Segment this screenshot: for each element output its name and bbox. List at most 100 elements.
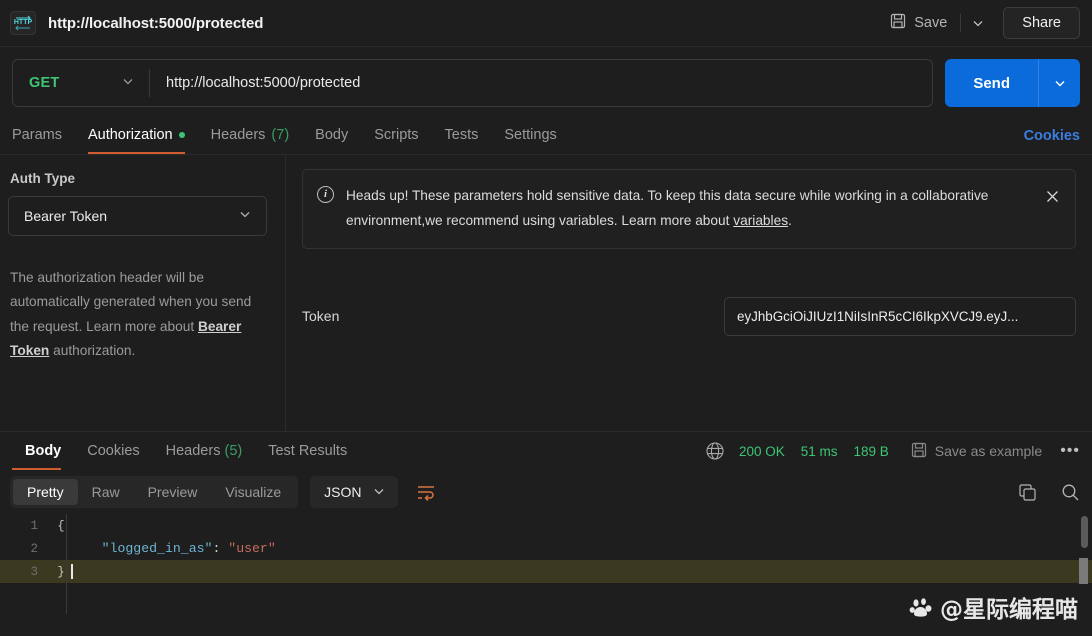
tab-settings[interactable]: Settings [491,116,569,154]
tab-label: Authorization [87,127,173,143]
svg-text:HTTP: HTTP [14,19,33,26]
view-mode-segmented-control: Pretty Raw Preview Visualize [10,476,299,508]
tab-authorization[interactable]: Authorization [75,116,198,154]
chevron-down-icon [121,74,135,93]
send-options-chevron-down-icon[interactable] [1038,59,1080,107]
tab-label: Test Results [268,443,348,459]
line-number: 1 [30,518,38,533]
vertical-scrollbar-thumb[interactable] [1081,516,1088,548]
share-button[interactable]: Share [1003,7,1080,39]
fold-marker[interactable]: { [56,519,66,533]
close-icon[interactable] [1041,185,1063,207]
tab-label: Tests [444,127,479,143]
method-selector[interactable]: GET [13,60,149,106]
url-group: GET [12,59,934,107]
ellipsis-icon[interactable]: ••• [1060,442,1080,460]
token-input[interactable] [737,308,1063,324]
auth-type-select[interactable]: Bearer Token [8,196,267,236]
response-tab-body[interactable]: Body [12,432,74,470]
response-size: 189 B [853,443,889,459]
auth-help-text-part2: authorization. [49,343,136,359]
banner-text: Heads up! These parameters hold sensitiv… [346,184,1029,234]
tab-label: Params [12,127,62,143]
save-as-example-label: Save as example [934,443,1043,459]
code-line: 3 } [0,560,1092,583]
response-body-code[interactable]: 1 { 2 "logged_in_as": "user" 3 } [0,514,1092,614]
tab-label: Headers [210,127,266,143]
variables-link[interactable]: variables [733,213,788,228]
auth-type-panel: Auth Type Bearer Token The authorization… [0,155,286,431]
save-button[interactable]: Save [881,8,956,38]
tab-count: (7) [271,127,290,143]
modified-dot-icon [178,132,185,138]
token-row: Token [302,296,1076,336]
tab-scripts[interactable]: Scripts [361,116,431,154]
http-logo-icon: HTTP [10,11,36,35]
floppy-disk-icon [911,442,927,461]
floppy-disk-icon [890,13,906,33]
fold-marker[interactable]: } [56,565,66,579]
tab-label: Body [315,127,349,143]
view-mode-preview[interactable]: Preview [134,479,212,505]
top-bar: HTTP http://localhost:5000/protected Sav… [0,0,1092,47]
send-group: Send [945,59,1080,107]
divider [960,14,962,32]
cookies-link[interactable]: Cookies [1024,128,1080,154]
fold-guide-line [66,514,67,614]
word-wrap-icon[interactable] [412,478,440,506]
response-tab-cookies[interactable]: Cookies [74,432,152,470]
tab-count: (5) [224,443,243,459]
method-label: GET [29,75,60,91]
authorization-panel: Auth Type Bearer Token The authorization… [0,155,1092,431]
view-mode-raw[interactable]: Raw [78,479,134,505]
response-time: 51 ms [800,443,838,459]
tab-label: Cookies [87,443,140,459]
code-line: 1 { [0,514,1092,537]
url-bar-row: GET Send [0,47,1092,117]
line-number: 3 [30,564,38,579]
info-circle-icon: i [317,186,334,203]
tab-headers[interactable]: Headers (7) [198,116,303,154]
request-tabs: Params Authorization Headers (7) Body Sc… [0,117,1092,155]
response-status-group: 200 OK 51 ms 189 B Save as example ••• [705,441,1080,461]
tab-body[interactable]: Body [302,116,361,154]
view-mode-pretty[interactable]: Pretty [13,479,78,505]
response-body-actions [1018,483,1080,502]
banner-text-part1: Heads up! These parameters hold sensitiv… [346,188,989,228]
tab-label: Scripts [374,127,419,143]
tab-label: Settings [504,127,557,143]
response-tab-headers[interactable]: Headers (5) [153,432,256,470]
tab-tests[interactable]: Tests [432,116,492,154]
response-tab-test-results[interactable]: Test Results [255,432,360,470]
code-line: 2 "logged_in_as": "user" [0,537,1092,560]
globe-icon [705,441,725,461]
vertical-scrollbar-thumb-secondary[interactable] [1079,558,1088,584]
json-key: "logged_in_as" [101,541,213,556]
token-label: Token [302,308,340,325]
request-title: http://localhost:5000/protected [48,14,264,32]
response-tabs-bar: Body Cookies Headers (5) Test Results 20… [0,432,1092,470]
status-code: 200 OK [738,443,785,459]
auth-type-value: Bearer Token [24,208,108,224]
json-separator: : [212,541,229,556]
send-button[interactable]: Send [945,59,1038,107]
top-bar-actions: Save Share [881,7,1080,39]
search-icon[interactable] [1061,483,1080,502]
save-label: Save [914,15,948,31]
url-input[interactable] [150,60,933,106]
view-mode-visualize[interactable]: Visualize [211,479,295,505]
line-number: 2 [30,541,38,556]
tab-label: Headers [165,443,221,459]
copy-icon[interactable] [1018,483,1037,502]
save-options-chevron-down-icon[interactable] [965,10,991,36]
json-value: "user" [228,541,276,556]
save-as-example-button[interactable]: Save as example [911,442,1042,461]
auth-help-text: The authorization header will be automat… [8,266,267,364]
tab-label: Body [25,443,62,459]
banner-text-part2: . [788,212,792,228]
token-input-wrapper [724,296,1076,336]
auth-details-panel: i Heads up! These parameters hold sensit… [286,155,1092,431]
chevron-down-icon [372,484,386,501]
format-selector[interactable]: JSON [310,476,398,508]
tab-params[interactable]: Params [12,116,75,154]
